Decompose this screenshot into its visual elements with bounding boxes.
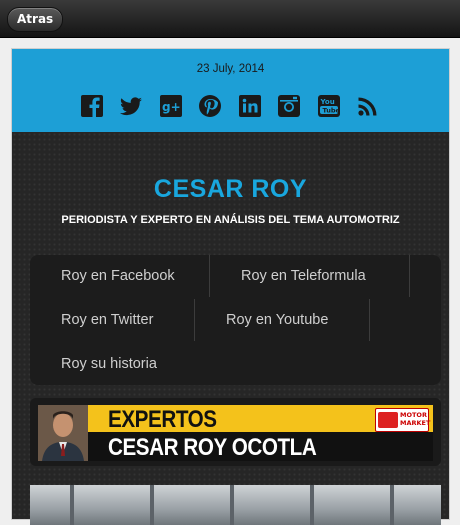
menu-item-historia[interactable]: Roy su historia — [30, 343, 230, 385]
webview-frame: 23 July, 2014 g+ You Tube CESAR ROY PERI… — [11, 48, 450, 525]
banner-name: CESAR ROY OCOTLA — [108, 434, 317, 461]
linkedin-icon[interactable] — [238, 94, 262, 118]
motor-market-logo: MOTOR MARKET — [375, 408, 430, 432]
header-bar: 23 July, 2014 g+ You Tube — [12, 49, 449, 132]
banner-strip: EXPERTOS CESAR ROY OCOTLA MOTOR MARKET — [88, 405, 433, 461]
author-photo — [38, 405, 88, 461]
pinterest-icon[interactable] — [198, 94, 222, 118]
menu-item-youtube[interactable]: Roy en Youtube — [195, 299, 370, 341]
social-icons: g+ You Tube — [80, 94, 380, 118]
site-tagline: PERIODISTA Y EXPERTO EN ANÁLISIS DEL TEM… — [61, 214, 400, 226]
content-area: CESAR ROY PERIODISTA Y EXPERTO EN ANÁLIS… — [12, 132, 449, 525]
article-image[interactable] — [30, 485, 441, 525]
facebook-icon[interactable] — [80, 94, 104, 118]
app-top-bar: Atras — [0, 0, 460, 38]
svg-text:You: You — [319, 98, 334, 106]
twitter-icon[interactable] — [119, 94, 143, 118]
back-button[interactable]: Atras — [7, 7, 64, 32]
menu-item-facebook[interactable]: Roy en Facebook — [30, 255, 210, 297]
rss-icon[interactable] — [356, 94, 380, 118]
google-plus-icon[interactable]: g+ — [159, 94, 183, 118]
svg-text:g+: g+ — [162, 100, 181, 114]
menu-item-teleformula[interactable]: Roy en Teleformula — [210, 255, 410, 297]
banner-heading: EXPERTOS — [108, 406, 217, 433]
site-title[interactable]: CESAR ROY — [12, 175, 449, 204]
post-date: 23 July, 2014 — [196, 63, 265, 75]
instagram-icon[interactable] — [277, 94, 301, 118]
expertos-banner[interactable]: EXPERTOS CESAR ROY OCOTLA MOTOR MARKET — [30, 398, 441, 466]
youtube-icon[interactable]: You Tube — [317, 94, 341, 118]
svg-text:Tube: Tube — [322, 107, 340, 115]
nav-menu: Roy en Facebook Roy en Teleformula Roy e… — [30, 255, 441, 385]
menu-item-twitter[interactable]: Roy en Twitter — [30, 299, 195, 341]
car-icon — [378, 412, 398, 428]
